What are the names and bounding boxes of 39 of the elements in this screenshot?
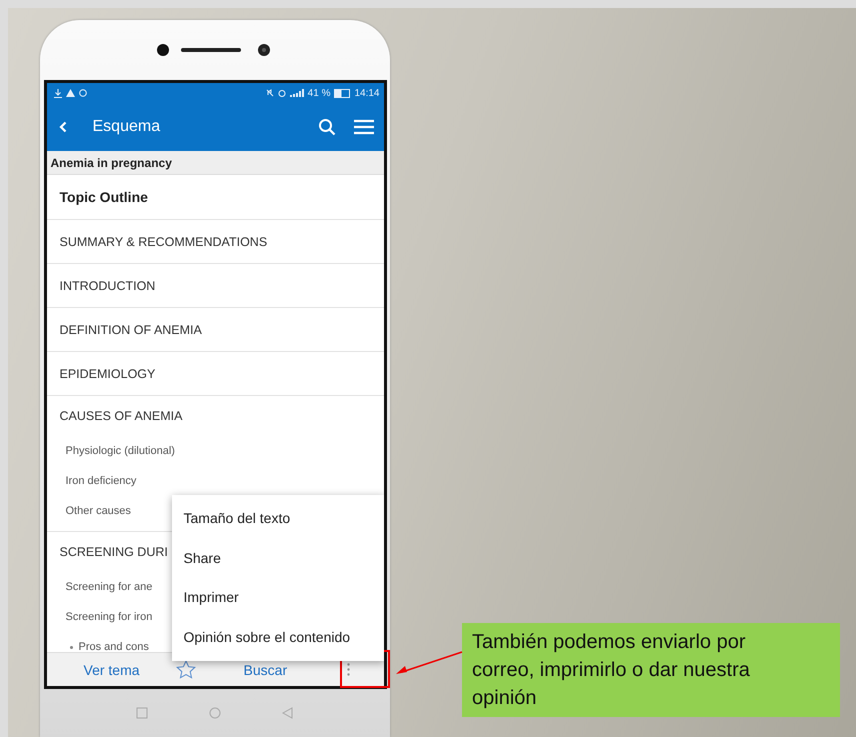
circle-icon [78,89,86,97]
outline-section[interactable]: SCREENING DURI [60,545,168,559]
screen-title: Esquema [92,118,162,136]
outline-section[interactable]: EPIDEMIOLOGY [60,366,156,380]
menu-item[interactable]: Opinión sobre el contenido [172,618,384,657]
outline-title: Topic Outline [60,189,148,205]
pointer-arrow [396,651,462,674]
mute-icon [266,89,274,97]
more-icon[interactable] [347,663,350,676]
search-icon[interactable] [318,118,336,136]
callout-note: También podemos enviarlo por correo, imprimirlo o dar nuestra opinión [462,623,840,717]
outline-subitem[interactable]: Iron deficiency [66,475,136,487]
star-icon[interactable] [176,660,196,679]
battery-percent: 41 % [308,88,330,98]
menu-icon[interactable] [354,119,374,135]
clock: 14:14 [354,88,380,98]
outline-section[interactable]: INTRODUCTION [60,278,156,292]
battery-icon [334,88,350,98]
menu-item[interactable]: Share [172,538,384,578]
signal-icon [290,89,304,97]
outline-section[interactable]: DEFINITION OF ANEMIA [60,322,202,336]
highlight-frame [340,650,390,688]
download-icon [54,88,62,98]
alarm-icon [278,89,286,97]
outline-section[interactable]: SUMMARY & RECOMMENDATIONS [60,234,268,248]
back-icon[interactable] [58,121,66,133]
warning-icon [66,89,74,97]
view-topic-link[interactable]: Ver tema [84,662,140,678]
search-link[interactable]: Buscar [244,662,288,678]
bullet-icon [70,646,72,648]
outline-section[interactable]: CAUSES OF ANEMIA [60,409,182,423]
topic-title: Anemia in pregnancy [50,156,172,170]
outline-subitem[interactable]: Physiologic (dilutional) [66,445,175,457]
outline-subitem[interactable]: Other causes [66,505,131,517]
outline-subitem[interactable]: Pros and cons [78,641,149,652]
menu-item[interactable]: Tamaño del texto [172,499,384,538]
outline-subitem[interactable]: Screening for ane [66,581,152,593]
menu-item[interactable]: Imprimer [172,578,384,618]
outline-subitem[interactable]: Screening for iron [66,611,152,623]
